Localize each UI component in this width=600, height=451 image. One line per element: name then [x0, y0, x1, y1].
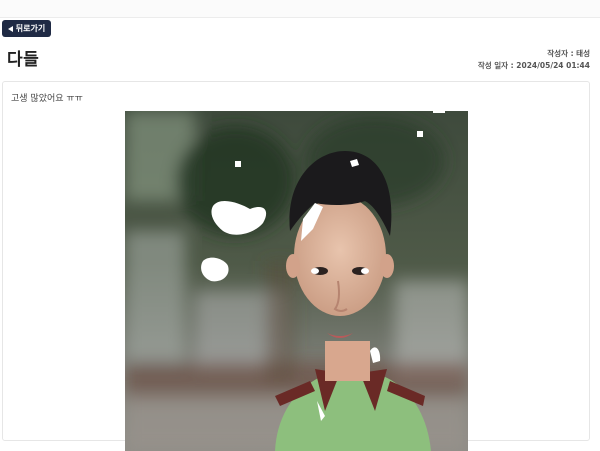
triangle-left-icon [7, 25, 13, 32]
top-bar [0, 0, 600, 18]
post-meta: 작성자 : 태성 작성 일자 : 2024/05/24 01:44 [478, 48, 590, 72]
back-button[interactable]: 뒤로가기 [2, 20, 51, 37]
child-photo-image [125, 111, 468, 451]
date-line: 작성 일자 : 2024/05/24 01:44 [477, 61, 590, 70]
post-photo [125, 111, 468, 451]
post-title: 다들 [7, 50, 40, 70]
post-body-text: 고생 많았어요 ㅠㅠ [11, 94, 83, 104]
author-line: 작성자 : 태성 [547, 49, 590, 58]
post-content-card: 고생 많았어요 ㅠㅠ [2, 81, 590, 451]
back-button-label: 뒤로가기 [15, 24, 46, 33]
